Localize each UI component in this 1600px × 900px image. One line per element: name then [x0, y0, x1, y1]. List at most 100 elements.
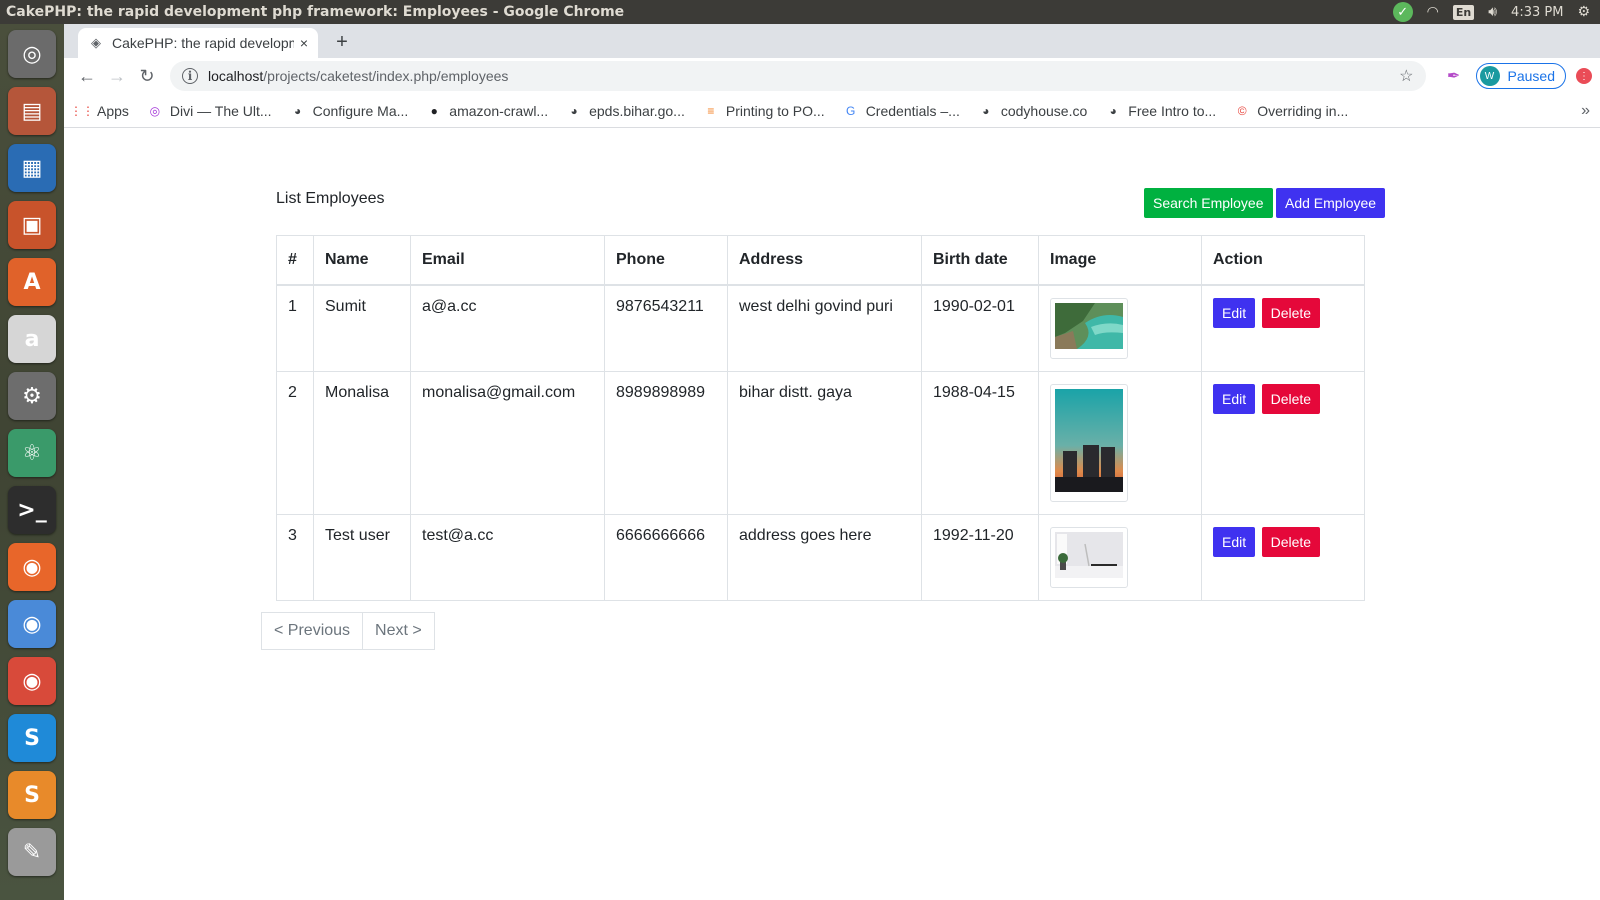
search-employee-button[interactable]: Search Employee	[1144, 188, 1273, 218]
cell-email: monalisa@gmail.com	[410, 370, 605, 515]
bookmark-label: epds.bihar.go...	[589, 102, 685, 119]
bookmark-label: Overriding in...	[1257, 102, 1349, 119]
files-icon[interactable]: ▤	[8, 87, 56, 135]
settings-gear-icon[interactable]: ⚙	[1577, 4, 1590, 20]
atom-icon[interactable]: ⚛	[8, 429, 56, 477]
chrome-icon[interactable]: ◉	[8, 657, 56, 705]
tab-employees[interactable]: ◈ CakePHP: the rapid development php fra…	[78, 28, 318, 58]
cell-image	[1038, 284, 1202, 372]
forward-arrow-icon[interactable]: →	[102, 61, 132, 91]
cell-birth-date: 1992-11-20	[921, 513, 1039, 601]
url-host: localhost	[208, 68, 264, 84]
edit-button[interactable]: Edit	[1213, 526, 1256, 557]
software-center-icon[interactable]: A	[8, 258, 56, 306]
bookmark-label: Configure Ma...	[312, 102, 409, 119]
apps-grid-icon: ⋮⋮	[70, 103, 94, 118]
bookmark-star-icon[interactable]: ☆	[1399, 66, 1413, 86]
bookmark-item[interactable]: ⋮⋮ Apps	[70, 103, 129, 119]
col-header-phone: Phone	[604, 235, 728, 286]
cell-phone: 6666666666	[604, 513, 728, 601]
keyboard-language-indicator[interactable]: En	[1452, 4, 1475, 20]
libreoffice-writer-icon[interactable]: ▦	[8, 144, 56, 192]
cell-phone: 8989898989	[604, 370, 728, 515]
ubuntu-dash-icon[interactable]: ◎	[8, 30, 56, 78]
cell-actions: Edit Delete	[1201, 284, 1365, 372]
cell-phone: 9876543211	[604, 284, 728, 372]
bookmark-item[interactable]: © Overriding in...	[1234, 103, 1348, 119]
chrome-menu-update-icon[interactable]: ⋮	[1576, 68, 1592, 84]
app-launcher: ◎ ▤ ▦ ▣ Aa ⚙ ⚛ >_ ◉ ◉ ◉ S S ✎	[0, 24, 64, 900]
profile-button[interactable]: W Paused	[1475, 63, 1566, 89]
delete-button[interactable]: Delete	[1261, 526, 1321, 557]
table-header-row: # Name Email Phone Address Birth date Im…	[276, 235, 1365, 286]
divi-icon: ◎	[149, 103, 161, 118]
cell-address: west delhi govind puri	[727, 284, 922, 372]
cell-name: Test user	[313, 513, 411, 601]
delete-button[interactable]: Delete	[1261, 297, 1321, 328]
cell-id: 1	[276, 284, 314, 372]
reload-icon[interactable]: ↻	[132, 61, 162, 91]
browser-chrome: ◈ CakePHP: the rapid development php fra…	[64, 24, 1600, 128]
bookmark-item[interactable]: ◕ Configure Ma...	[290, 102, 409, 119]
profile-status-label: Paused	[1507, 68, 1555, 84]
delete-button[interactable]: Delete	[1261, 383, 1321, 414]
pagination: < Previous Next >	[261, 612, 435, 650]
city-skyline-photo	[1055, 388, 1123, 492]
bookmark-item[interactable]: ● amazon-crawl...	[426, 103, 548, 119]
cell-address: address goes here	[727, 513, 922, 601]
extension-pen-icon[interactable]: ✒	[1440, 62, 1468, 90]
google-icon: G	[846, 103, 856, 118]
wifi-icon[interactable]: ◠	[1427, 4, 1439, 20]
cell-email: a@a.cc	[410, 284, 605, 372]
github-icon: ●	[430, 103, 438, 118]
bookmark-item[interactable]: ◕ Free Intro to...	[1105, 103, 1217, 119]
cell-name: Sumit	[313, 284, 411, 372]
firefox-icon[interactable]: ◉	[8, 543, 56, 591]
table-row: 2 Monalisa monalisa@gmail.com 8989898989…	[276, 370, 1365, 515]
bookmark-label: Divi — The Ult...	[169, 102, 272, 119]
employee-photo-thumbnail	[1050, 297, 1128, 359]
chromium-icon[interactable]: ◉	[8, 600, 56, 648]
table-row: 3 Test user test@a.cc 6666666666 address…	[276, 513, 1365, 601]
globe-icon: ◕	[293, 103, 302, 118]
add-employee-button[interactable]: Add Employee	[1276, 188, 1386, 218]
amazon-icon[interactable]: a	[8, 315, 56, 363]
bookmark-item[interactable]: G Credentials –...	[843, 103, 960, 119]
volume-icon[interactable]: 🔊︎	[1488, 4, 1497, 20]
url-path: /projects/caketest/index.php/employees	[263, 68, 509, 84]
update-check-icon[interactable]: ✓	[1392, 2, 1413, 22]
site-info-icon[interactable]: i	[182, 68, 198, 84]
tab-close-icon[interactable]: ×	[300, 35, 308, 51]
skype-icon[interactable]: S	[8, 714, 56, 762]
libreoffice-impress-icon[interactable]: ▣	[8, 201, 56, 249]
bookmarks-overflow-chevron-icon[interactable]: »	[1581, 102, 1590, 120]
bookmark-item[interactable]: ≡ Printing to PO...	[703, 103, 824, 119]
employee-photo-thumbnail	[1050, 526, 1128, 588]
globe-icon: ◕	[982, 103, 990, 118]
edit-button[interactable]: Edit	[1213, 383, 1256, 414]
stackoverflow-icon: ≡	[707, 103, 715, 118]
pagination-next-link[interactable]: Next >	[363, 612, 435, 650]
address-bar[interactable]: i localhost/projects/caketest/index.php/…	[170, 61, 1426, 91]
table-row: 1 Sumit a@a.cc 9876543211 west delhi gov…	[276, 284, 1365, 372]
pagination-previous-link[interactable]: < Previous	[261, 612, 364, 650]
bookmarks-bar: ⋮⋮ Apps ◎ Divi — The Ult... ◕ Configure Ma...…	[64, 94, 1600, 128]
back-arrow-icon[interactable]: ←	[72, 61, 102, 91]
bookmark-item[interactable]: ◎ Divi — The Ult...	[147, 103, 272, 119]
col-header-number: #	[276, 235, 314, 286]
globe-icon: ◕	[1109, 103, 1117, 118]
terminal-icon[interactable]: >_	[8, 486, 56, 534]
employee-photo-thumbnail	[1050, 383, 1128, 502]
clock[interactable]: 4:33 PM	[1511, 5, 1563, 20]
sublime-text-icon[interactable]: S	[8, 771, 56, 819]
edit-button[interactable]: Edit	[1213, 297, 1256, 328]
bookmark-item[interactable]: ◕ epds.bihar.go...	[566, 102, 685, 119]
chrome-web-icon: ©	[1237, 103, 1247, 118]
new-tab-button[interactable]: +	[330, 30, 354, 54]
window-title: CakePHP: the rapid development php frame…	[6, 4, 625, 20]
desk-plant-photo	[1055, 531, 1123, 578]
text-editor-icon[interactable]: ✎	[8, 828, 56, 876]
bookmark-item[interactable]: ◕ codyhouse.co	[978, 103, 1087, 119]
bookmark-label: codyhouse.co	[1000, 102, 1088, 119]
system-settings-icon[interactable]: ⚙	[8, 372, 56, 420]
